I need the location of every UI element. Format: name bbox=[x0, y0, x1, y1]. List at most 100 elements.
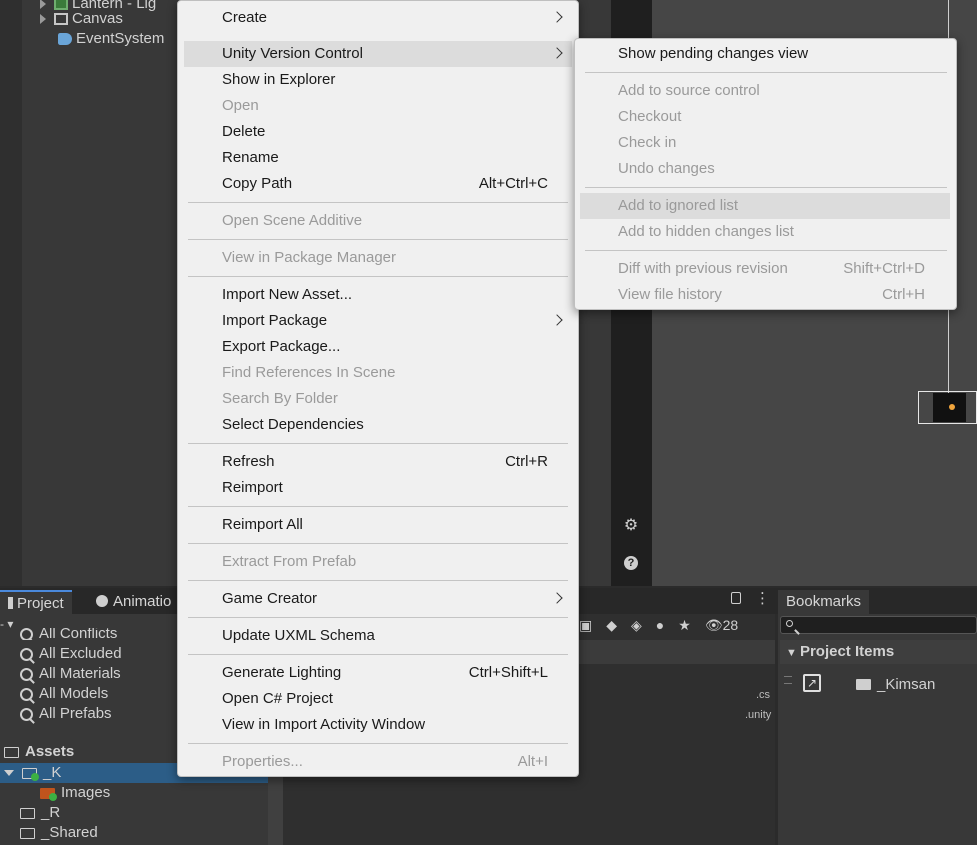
menu-item-check-in[interactable]: Check in bbox=[618, 130, 925, 156]
menu-item-create[interactable]: Create bbox=[222, 5, 563, 31]
menu-item-label: Rename bbox=[222, 149, 279, 166]
menu-item-update-uxml-schema[interactable]: Update UXML Schema bbox=[222, 623, 548, 649]
drag-handle-icon[interactable] bbox=[784, 676, 792, 684]
shapes-filter-icon[interactable]: ◆ bbox=[606, 617, 617, 634]
menu-item-view-file-history[interactable]: View file history Ctrl+H bbox=[618, 282, 925, 308]
asset-folder[interactable]: _R bbox=[20, 803, 60, 823]
menu-item-label: Import New Asset... bbox=[222, 286, 353, 303]
favorite-item[interactable]: All Materials bbox=[20, 664, 121, 684]
folder-icon bbox=[856, 679, 871, 690]
assets-root[interactable]: Assets bbox=[4, 742, 74, 762]
menu-separator bbox=[188, 443, 568, 444]
favorite-item-label: All Materials bbox=[39, 665, 121, 682]
menu-item-add-to-ignored-list[interactable]: Add to ignored list bbox=[580, 193, 950, 219]
menu-item-export-package[interactable]: Export Package... bbox=[222, 334, 548, 360]
menu-item-show-pending-changes[interactable]: Show pending changes view bbox=[618, 41, 925, 67]
favorite-item[interactable]: All Conflicts bbox=[20, 628, 117, 640]
menu-separator bbox=[188, 506, 568, 507]
gear-icon[interactable]: ⚙ bbox=[622, 517, 640, 535]
asset-folder[interactable]: Images bbox=[40, 783, 110, 803]
hidden-packages-toggle[interactable]: 👁28 bbox=[705, 617, 738, 634]
bookmarks-search-input[interactable] bbox=[780, 616, 977, 634]
expand-arrow-icon[interactable] bbox=[40, 0, 46, 9]
menu-item-refresh[interactable]: Refresh Ctrl+R bbox=[222, 449, 548, 475]
menu-item-properties[interactable]: Properties... Alt+I bbox=[222, 749, 548, 775]
menu-item-copy-path[interactable]: Copy Path Alt+Ctrl+C bbox=[222, 171, 548, 197]
lock-icon[interactable] bbox=[731, 592, 741, 604]
folder-icon bbox=[20, 807, 35, 819]
menu-item-open[interactable]: Open bbox=[222, 93, 548, 119]
tab-project-label: Project bbox=[17, 595, 64, 612]
menu-item-add-to-source-control[interactable]: Add to source control bbox=[618, 78, 925, 104]
menu-separator bbox=[188, 202, 568, 203]
menu-item-label: Show pending changes view bbox=[618, 45, 809, 62]
expand-arrow-icon[interactable] bbox=[40, 14, 46, 24]
menu-item-shortcut: Ctrl+R bbox=[505, 453, 548, 470]
menu-item-label: Unity Version Control bbox=[222, 45, 363, 62]
menu-item-undo-changes[interactable]: Undo changes bbox=[618, 156, 925, 182]
menu-item-diff-previous-revision[interactable]: Diff with previous revision Shift+Ctrl+D bbox=[618, 256, 925, 282]
menu-item-generate-lighting[interactable]: Generate Lighting Ctrl+Shift+L bbox=[222, 660, 548, 686]
menu-item-view-in-package-manager[interactable]: View in Package Manager bbox=[222, 245, 548, 271]
menu-item-add-to-hidden-changes[interactable]: Add to hidden changes list bbox=[618, 219, 925, 245]
menu-separator bbox=[188, 276, 568, 277]
menu-item-label: Open Scene Additive bbox=[222, 212, 363, 229]
menu-item-label: Add to source control bbox=[618, 82, 760, 99]
type-filter-icon[interactable]: ▣ bbox=[579, 617, 592, 634]
asset-folder[interactable]: _Shared bbox=[20, 823, 98, 843]
menu-item-reimport-all[interactable]: Reimport All bbox=[222, 512, 548, 538]
hierarchy-item[interactable]: EventSystem bbox=[58, 29, 164, 49]
asset-folder-label: _K bbox=[43, 764, 62, 781]
tab-animation-label: Animatio bbox=[113, 593, 172, 610]
menu-item-game-creator[interactable]: Game Creator bbox=[222, 586, 563, 612]
favorite-item[interactable]: All Excluded bbox=[20, 644, 122, 664]
menu-item-shortcut: Alt+Ctrl+C bbox=[478, 175, 548, 192]
file-extension-label: .unity bbox=[745, 709, 772, 721]
menu-item-unity-version-control[interactable]: Unity Version Control bbox=[184, 41, 572, 67]
favorite-item[interactable]: All Prefabs bbox=[20, 704, 112, 724]
hierarchy-item[interactable]: Canvas bbox=[40, 9, 123, 29]
menu-item-show-in-explorer[interactable]: Show in Explorer bbox=[222, 67, 548, 93]
bookmarks-section-title: ▼ Project Items bbox=[786, 643, 894, 660]
tab-bookmarks-label: Bookmarks bbox=[786, 593, 862, 610]
bookmark-item[interactable]: _Kimsan bbox=[856, 676, 935, 693]
kebab-menu-icon[interactable]: ⋮ bbox=[755, 590, 770, 608]
collapse-arrow-icon[interactable]: ▼ bbox=[786, 647, 800, 659]
menu-item-label: View file history bbox=[618, 286, 722, 303]
star-icon[interactable]: ★ bbox=[678, 617, 691, 634]
label-filter-icon[interactable]: ◈ bbox=[631, 617, 642, 634]
menu-item-label: Search By Folder bbox=[222, 390, 338, 407]
menu-item-reimport[interactable]: Reimport bbox=[222, 475, 548, 501]
menu-item-extract-from-prefab[interactable]: Extract From Prefab bbox=[222, 549, 548, 575]
help-icon[interactable]: ? bbox=[624, 556, 638, 570]
menu-item-open-csharp-project[interactable]: Open C# Project bbox=[222, 686, 548, 712]
menu-item-label: Show in Explorer bbox=[222, 71, 336, 88]
menu-item-view-import-activity[interactable]: View in Import Activity Window bbox=[222, 712, 548, 738]
menu-item-find-references[interactable]: Find References In Scene bbox=[222, 360, 548, 386]
menu-item-import-package[interactable]: Import Package bbox=[222, 308, 563, 334]
menu-item-label: Open C# Project bbox=[222, 690, 333, 707]
clock-icon bbox=[96, 595, 108, 607]
menu-separator bbox=[188, 617, 568, 618]
expand-arrow-icon[interactable] bbox=[4, 770, 14, 776]
menu-item-search-by-folder[interactable]: Search By Folder bbox=[222, 386, 548, 412]
tab-project[interactable]: Project bbox=[0, 590, 72, 616]
warning-filter-icon[interactable]: ● bbox=[656, 617, 664, 633]
search-icon bbox=[786, 620, 793, 627]
favorite-item[interactable]: All Models bbox=[20, 684, 108, 704]
menu-item-import-new-asset[interactable]: Import New Asset... bbox=[222, 282, 548, 308]
folder-icon bbox=[40, 787, 57, 801]
menu-item-select-dependencies[interactable]: Select Dependencies bbox=[222, 412, 548, 438]
search-icon bbox=[20, 647, 33, 661]
scene-light-thumbnail bbox=[933, 393, 966, 422]
folder-icon bbox=[22, 767, 39, 781]
tab-bookmarks[interactable]: Bookmarks bbox=[778, 590, 870, 614]
menu-item-checkout[interactable]: Checkout bbox=[618, 104, 925, 130]
tab-animation[interactable]: Animatio bbox=[88, 590, 179, 614]
open-external-icon[interactable]: ↗ bbox=[803, 674, 821, 692]
favorite-item-label: All Models bbox=[39, 685, 109, 702]
menu-item-open-scene-additive[interactable]: Open Scene Additive bbox=[222, 208, 548, 234]
asset-folder[interactable]: _K bbox=[4, 763, 62, 783]
menu-item-delete[interactable]: Delete bbox=[222, 119, 548, 145]
menu-item-rename[interactable]: Rename bbox=[222, 145, 548, 171]
